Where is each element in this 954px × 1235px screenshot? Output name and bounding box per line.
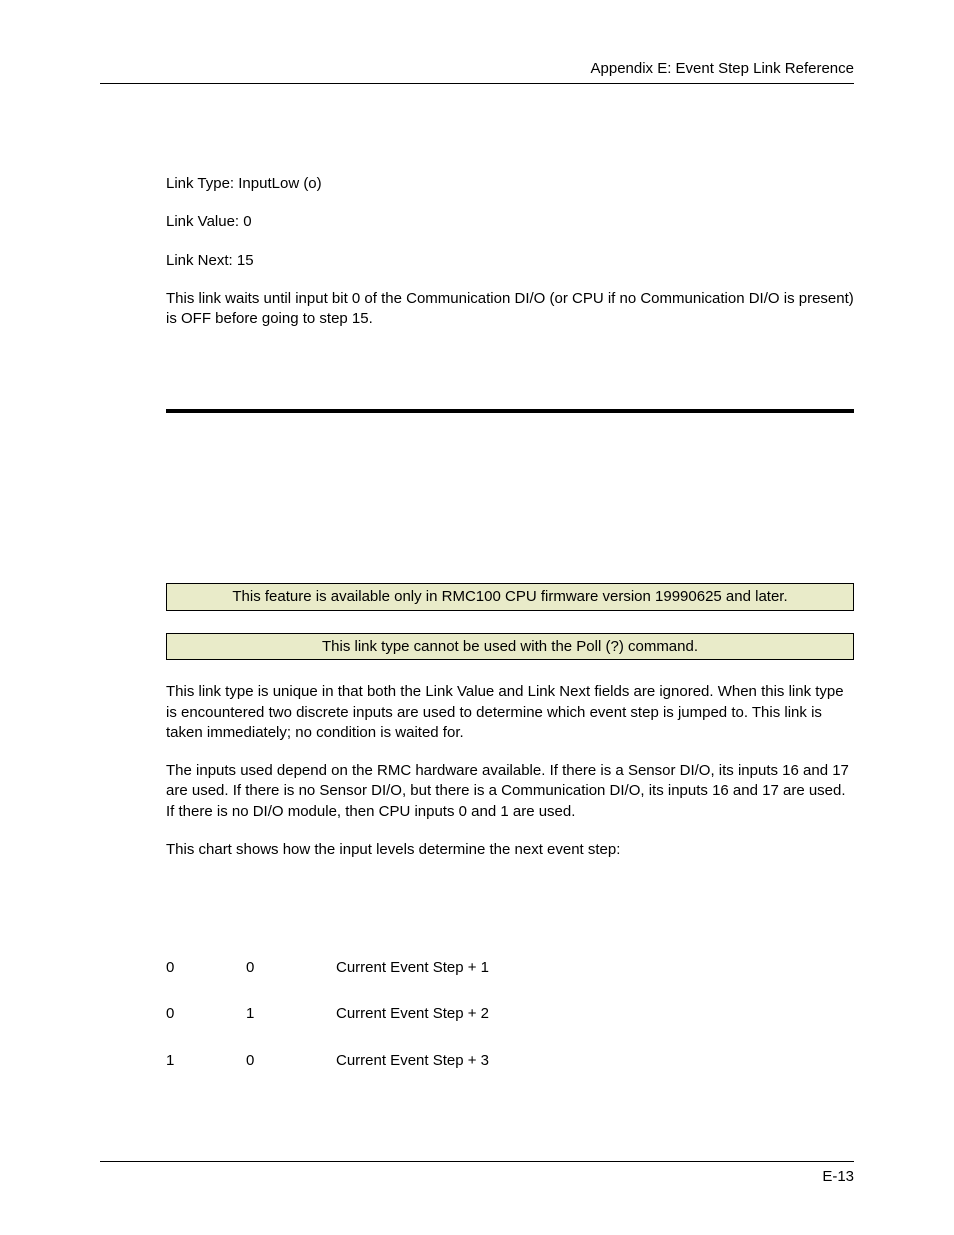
link-value-line: Link Value: 0: [166, 212, 854, 232]
link-next-line: Link Next: 15: [166, 251, 854, 271]
firmware-note-text: This feature is available only in RMC100…: [232, 588, 787, 605]
table-row: 0 0 Current Event Step + 1: [166, 950, 536, 996]
table-row: 1 0 Current Event Step + 3: [166, 1043, 536, 1089]
input-a-cell: 1: [166, 1043, 246, 1089]
event-step-table: 0 0 Current Event Step + 1 0 1 Current E…: [166, 950, 536, 1089]
example-description: This link waits until input bit 0 of the…: [166, 289, 854, 330]
section-divider: [166, 409, 854, 413]
input-b-cell: 1: [246, 996, 336, 1042]
body-paragraph-2: The inputs used depend on the RMC hardwa…: [166, 761, 854, 822]
poll-note: This link type cannot be used with the P…: [166, 633, 854, 661]
page-number: E-13: [822, 1168, 854, 1185]
table-row: 0 1 Current Event Step + 2: [166, 996, 536, 1042]
firmware-note: This feature is available only in RMC100…: [166, 583, 854, 611]
page-footer: E-13: [100, 1161, 854, 1185]
next-step-cell: Current Event Step + 1: [336, 950, 536, 996]
next-step-cell: Current Event Step + 2: [336, 996, 536, 1042]
link-type-line: Link Type: InputLow (o): [166, 174, 854, 194]
page-header: Appendix E: Event Step Link Reference: [100, 60, 854, 84]
header-text: Appendix E: Event Step Link Reference: [591, 60, 855, 77]
poll-note-text: This link type cannot be used with the P…: [322, 638, 698, 655]
next-step-cell: Current Event Step + 3: [336, 1043, 536, 1089]
input-a-cell: 0: [166, 996, 246, 1042]
input-b-cell: 0: [246, 1043, 336, 1089]
input-a-cell: 0: [166, 950, 246, 996]
input-b-cell: 0: [246, 950, 336, 996]
chart-intro: This chart shows how the input levels de…: [166, 840, 854, 860]
body-paragraph-1: This link type is unique in that both th…: [166, 682, 854, 743]
